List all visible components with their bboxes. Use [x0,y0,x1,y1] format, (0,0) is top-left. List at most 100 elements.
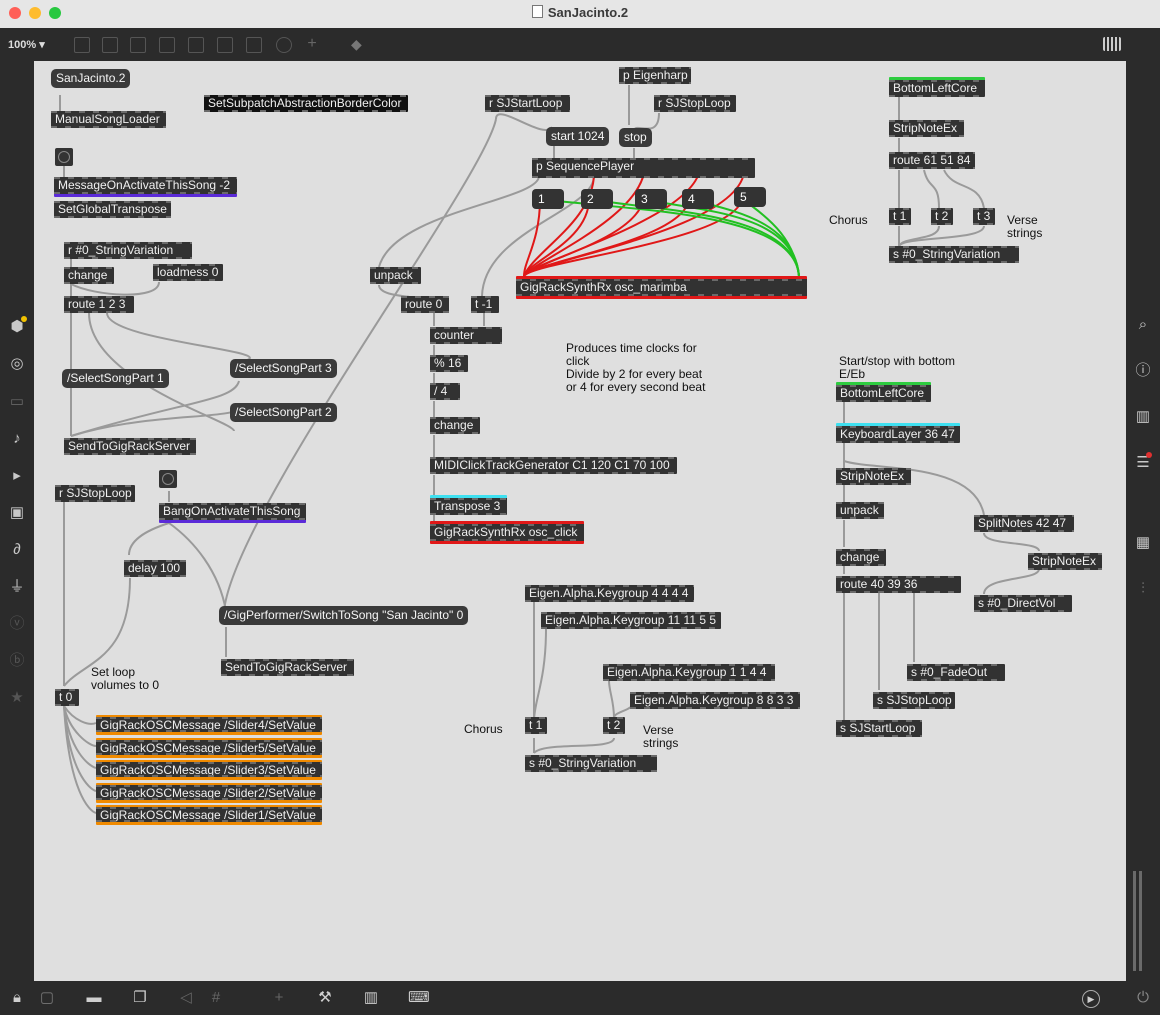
lock-icon[interactable]: 🔒︎ [8,990,26,1006]
strip-note-ex-object[interactable]: StripNoteEx [889,120,964,137]
strip-note-ex-object[interactable]: StripNoteEx [1028,553,1102,570]
trigger-1-object[interactable]: t 1 [889,208,911,225]
osc-slider4-object[interactable]: GigRackOSCMessage /Slider4/SetValue [96,715,322,735]
route-61-51-84-object[interactable]: route 61 51 84 [889,152,975,169]
route-40-39-36-object[interactable]: route 40 39 36 [836,576,961,593]
b-icon[interactable]: ⓑ [9,653,25,669]
send-to-gigrack-server-object[interactable]: SendToGigRackServer [64,438,196,455]
send-to-gigrack-server-object[interactable]: SendToGigRackServer [221,659,354,676]
new-message-icon[interactable] [102,37,118,53]
unpack-object[interactable]: unpack [370,267,421,284]
select-song-part-1-message[interactable]: /SelectSongPart 1 [62,369,169,388]
keyboard-icon[interactable]: ▭ [9,394,25,410]
change-object[interactable]: change [430,417,480,434]
play-box-icon[interactable] [217,37,233,53]
strip-note-ex-object[interactable]: StripNoteEx [836,468,911,485]
unpack-object[interactable]: unpack [836,502,884,519]
bang-on-activate-object[interactable]: BangOnActivateThisSong [159,503,306,523]
toggle-icon[interactable] [188,37,204,53]
p-eigenharp-object[interactable]: p Eigenharp [619,67,691,84]
receive-stop-loop-object[interactable]: r SJStopLoop [654,95,736,112]
star-icon[interactable]: ★ [9,690,25,706]
target-icon[interactable]: ◎ [9,356,25,372]
package-icon[interactable]: ⬢ [9,316,27,335]
bang-button[interactable] [55,148,73,166]
patcher-canvas[interactable]: SanJacinto.2 ManualSongLoader SetSubpatc… [34,61,1126,981]
trigger-2-object[interactable]: t 2 [603,717,625,734]
minus-box-icon[interactable] [246,37,262,53]
keyboard-layer-object[interactable]: KeyboardLayer 36 47 [836,423,960,443]
send-fadeout-object[interactable]: s #0_FadeOut [907,664,1005,681]
edit-icon[interactable]: ▢ [38,990,56,1006]
trigger-3-object[interactable]: t 3 [973,208,995,225]
wrench-icon[interactable]: ⚒ [316,990,334,1006]
receive-start-loop-object[interactable]: r SJStartLoop [485,95,570,112]
number-box[interactable]: 3 [635,189,667,209]
playlist-icon[interactable]: ▸ [9,468,25,484]
number-box[interactable]: 5 [734,187,766,207]
split-notes-object[interactable]: SplitNotes 42 47 [974,515,1074,532]
osc-slider1-object[interactable]: GigRackOSCMessage /Slider1/SetValue [96,805,322,825]
receive-string-variation-object[interactable]: r #0_StringVariation [64,242,192,259]
trigger-minus-1-object[interactable]: t -1 [471,296,499,313]
plug-icon[interactable]: ⏚ [9,579,25,595]
presentation-icon[interactable]: ▬ [85,990,103,1006]
eigen-keygroup-4444-object[interactable]: Eigen.Alpha.Keygroup 4 4 4 4 [525,585,694,602]
send-start-loop-object[interactable]: s SJStartLoop [836,720,922,737]
route-1-2-3-object[interactable]: route 1 2 3 [64,296,134,313]
add-icon[interactable]: + [305,36,319,52]
paperclip-icon[interactable]: ∂ [9,542,25,558]
new-comment-icon[interactable] [130,37,146,53]
stop-message[interactable]: stop [619,128,652,147]
list-icon[interactable]: ☰ [1135,452,1152,471]
switch-to-song-message[interactable]: /GigPerformer/SwitchToSong "San Jacinto"… [219,606,469,625]
piano-icon[interactable]: ▥ [362,990,380,1006]
trigger-1-object[interactable]: t 1 [525,717,547,734]
eigen-keygroup-1144-object[interactable]: Eigen.Alpha.Keygroup 1 1 4 4 [603,664,775,681]
receive-stop-loop-object[interactable]: r SJStopLoop [55,485,135,502]
number-box[interactable]: 4 [682,189,714,209]
route-0-object[interactable]: route 0 [401,296,449,313]
send-string-variation-object[interactable]: s #0_StringVariation [525,755,657,772]
dial-icon[interactable] [276,37,292,53]
book-icon[interactable]: ▥ [1135,409,1151,425]
power-icon[interactable]: ⏻ [1134,990,1152,1006]
osc-slider5-object[interactable]: GigRackOSCMessage /Slider5/SetValue [96,738,322,758]
play-icon[interactable]: ▶ [1082,990,1100,1008]
send-stop-loop-object[interactable]: s SJStopLoop [873,692,955,709]
modulo-16-object[interactable]: % 16 [430,355,468,372]
zoom-menu[interactable]: 100% ▾ [8,38,45,51]
eigen-keygroup-8833-object[interactable]: Eigen.Alpha.Keygroup 8 8 3 3 [630,692,800,709]
transpose-3-object[interactable]: Transpose 3 [430,495,507,515]
trigger-0-object[interactable]: t 0 [55,689,79,706]
bottom-left-core-object[interactable]: BottomLeftCore [889,77,985,97]
bottom-left-core-object[interactable]: BottomLeftCore [836,382,931,402]
select-song-part-2-message[interactable]: /SelectSongPart 2 [230,403,337,422]
set-global-transpose-object[interactable]: SetGlobalTranspose [54,201,171,218]
add-icon[interactable]: + [270,990,288,1006]
paint-bucket-icon[interactable]: ◆ [351,37,365,51]
set-border-color-object[interactable]: SetSubpatchAbstractionBorderColor [204,95,408,112]
select-song-part-3-message[interactable]: /SelectSongPart 3 [230,359,337,378]
image-icon[interactable]: ▣ [9,505,25,521]
grid-icon[interactable]: # [207,990,225,1006]
osc-slider3-object[interactable]: GigRackOSCMessage /Slider3/SetValue [96,760,322,780]
trigger-2-object[interactable]: t 2 [931,208,953,225]
send-string-variation-object[interactable]: s #0_StringVariation [889,246,1019,263]
search-icon[interactable]: ⌕ [1135,317,1151,333]
change-object[interactable]: change [836,549,886,566]
manual-song-loader-object[interactable]: ManualSongLoader [51,111,166,128]
mute-icon[interactable]: ◁ [177,990,195,1006]
info-icon[interactable]: ⓘ [1135,363,1151,379]
camera-icon[interactable]: ▦ [1135,535,1151,551]
change-object[interactable]: change [64,267,114,284]
divide-4-object[interactable]: / 4 [430,383,460,400]
p-sequence-player-object[interactable]: p SequencePlayer [532,158,755,178]
loadmess-object[interactable]: loadmess 0 [153,264,223,281]
number-box[interactable]: 1 [532,189,564,209]
close-box-icon[interactable] [159,37,175,53]
eigen-keygroup-111155-object[interactable]: Eigen.Alpha.Keygroup 11 11 5 5 [541,612,721,629]
v-icon[interactable]: ⓥ [9,616,25,632]
send-direct-vol-object[interactable]: s #0_DirectVol [974,595,1072,612]
number-box[interactable]: 2 [581,189,613,209]
